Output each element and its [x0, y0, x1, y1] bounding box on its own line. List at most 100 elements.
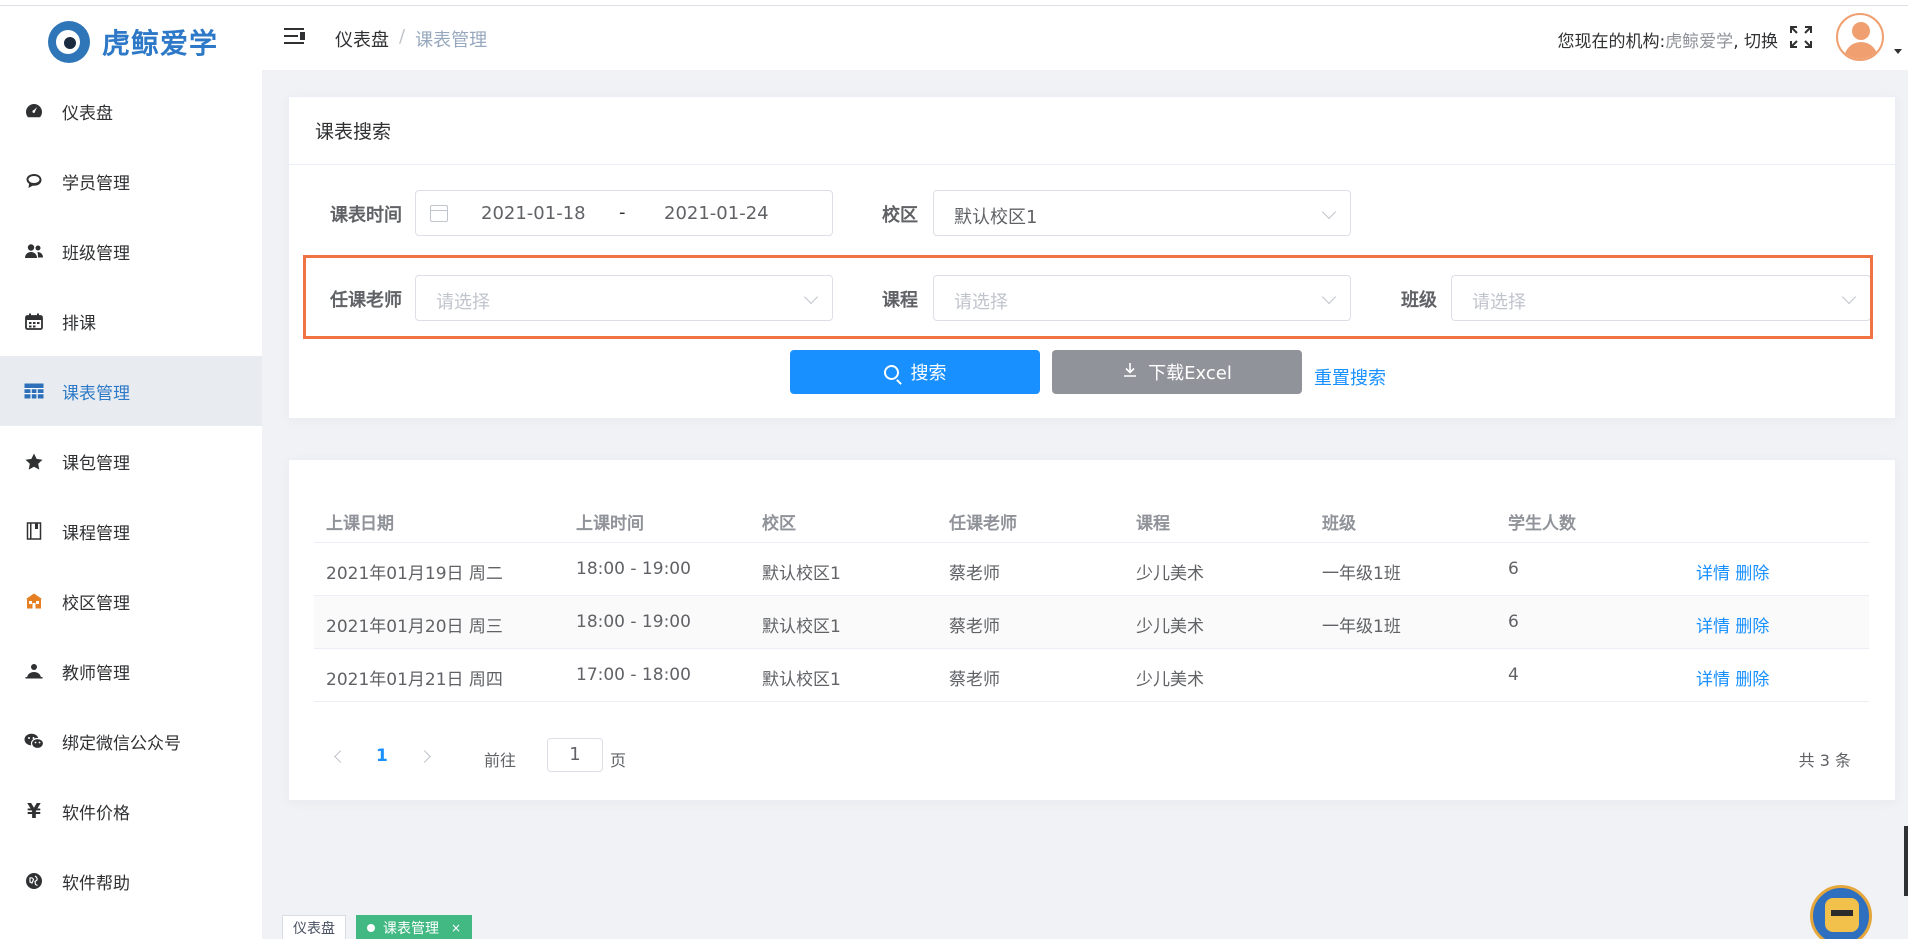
chevron-down-icon [1321, 204, 1337, 220]
sidebar-item-label: 课表管理 [62, 383, 130, 404]
row-actions: 详情 删除 [1696, 665, 1769, 690]
sidebar-item-schedule[interactable]: 排课 [0, 286, 262, 356]
column-header: 任课老师 [949, 514, 1017, 534]
collapse-menu-icon[interactable] [284, 27, 306, 45]
campus-select[interactable]: 默认校区1 [933, 190, 1351, 236]
date-range-picker[interactable]: 2021-01-18 - 2021-01-24 [415, 190, 833, 236]
sidebar-item-label: 软件价格 [62, 803, 130, 824]
cell-date: 2021年01月19日 周二 [326, 564, 503, 584]
date-start[interactable]: 2021-01-18 [481, 203, 586, 224]
divider [289, 164, 1895, 165]
cell-teacher: 蔡老师 [949, 617, 1000, 637]
cell-student-count: 4 [1508, 665, 1519, 685]
highlight-box [303, 255, 1873, 339]
caret-down-icon[interactable] [1894, 49, 1902, 54]
total-count: 共 3 条 [1798, 751, 1851, 770]
download-excel-button[interactable]: 下载Excel [1052, 350, 1302, 394]
column-header: 上课时间 [576, 514, 644, 534]
school-icon [24, 591, 44, 611]
timetable-table-card: 上课日期 上课时间 校区 任课老师 课程 班级 学生人数 2021年01月19日… [288, 459, 1896, 801]
calendar-icon [430, 205, 448, 222]
cell-campus: 默认校区1 [762, 670, 841, 690]
sidebar-menu: 仪表盘 学员管理 班级管理 排课 课表管理 课包管理 课程管理 校区管理 教师管… [0, 76, 262, 916]
cell-date: 2021年01月21日 周四 [326, 670, 503, 690]
cell-time: 17:00 - 18:00 [576, 665, 691, 685]
chevron-left-icon[interactable] [334, 750, 347, 763]
scrollbar-handle[interactable] [1904, 826, 1908, 896]
sidebar-item-campuses[interactable]: 校区管理 [0, 566, 262, 636]
table-row: 2021年01月19日 周二 18:00 - 19:00 默认校区1 蔡老师 少… [314, 543, 1869, 596]
page-number[interactable]: 1 [376, 746, 388, 766]
tag-dashboard[interactable]: 仪表盘 [282, 915, 346, 939]
date-separator: - [619, 202, 626, 223]
sidebar-item-help[interactable]: 软件帮助 [0, 846, 262, 916]
book-icon [24, 521, 44, 541]
row-actions: 详情 删除 [1696, 559, 1769, 584]
sidebar-item-pricing[interactable]: ¥ 软件价格 [0, 776, 262, 846]
sidebar-item-label: 排课 [62, 313, 96, 334]
column-header: 学生人数 [1508, 514, 1576, 534]
breadcrumb-home-link[interactable]: 仪表盘 [335, 26, 389, 52]
cell-class: 一年级1班 [1322, 617, 1401, 637]
sidebar-item-label: 学员管理 [62, 173, 130, 194]
timetable-table: 上课日期 上课时间 校区 任课老师 课程 班级 学生人数 2021年01月19日… [314, 490, 1869, 702]
chevron-right-icon[interactable] [418, 750, 431, 763]
sidebar-item-label: 课程管理 [62, 523, 130, 544]
date-end[interactable]: 2021-01-24 [664, 203, 769, 224]
active-dot-icon [367, 924, 375, 932]
cell-campus: 默认校区1 [762, 564, 841, 584]
cell-time: 18:00 - 19:00 [576, 612, 691, 632]
mascot-avatar[interactable] [1810, 885, 1872, 939]
cell-course: 少儿美术 [1136, 617, 1204, 637]
close-icon[interactable]: × [451, 921, 461, 935]
sidebar-item-course-packages[interactable]: 课包管理 [0, 426, 262, 496]
goto-suffix: 页 [610, 751, 627, 770]
search-button[interactable]: 搜索 [790, 350, 1040, 394]
org-switch-link[interactable]: , 切换 [1733, 27, 1778, 52]
fullscreen-icon[interactable] [1790, 26, 1812, 48]
campus-label: 校区 [882, 205, 918, 226]
app-logo[interactable]: 虎鲸爱学 [48, 16, 218, 68]
detail-link[interactable]: 详情 [1696, 564, 1730, 584]
sidebar-item-courses[interactable]: 课程管理 [0, 496, 262, 566]
sidebar: 虎鲸爱学 仪表盘 学员管理 班级管理 排课 课表管理 课包管理 课程管理 校区管… [0, 6, 262, 939]
top-navbar: 仪表盘 / 课表管理 您现在的机构: 虎鲸爱学 , 切换 [262, 6, 1908, 70]
delete-link[interactable]: 删除 [1735, 617, 1769, 637]
column-header: 上课日期 [326, 514, 394, 534]
tag-timetable[interactable]: 课表管理 × [356, 915, 473, 939]
column-header: 课程 [1136, 514, 1170, 534]
delete-link[interactable]: 删除 [1735, 564, 1769, 584]
user-avatar[interactable] [1836, 13, 1884, 61]
tags-view: 仪表盘 课表管理 × [262, 907, 1908, 939]
row-actions: 详情 删除 [1696, 612, 1769, 637]
yuan-icon: ¥ [27, 799, 41, 823]
detail-link[interactable]: 详情 [1696, 670, 1730, 690]
org-name: 虎鲸爱学 [1665, 32, 1734, 52]
sidebar-item-label: 校区管理 [62, 593, 130, 614]
table-header-row: 上课日期 上课时间 校区 任课老师 课程 班级 学生人数 [314, 490, 1869, 543]
breadcrumb-current: 课表管理 [415, 30, 488, 51]
student-icon [24, 171, 44, 191]
timetable-icon [24, 381, 44, 401]
calendar-icon [24, 311, 44, 331]
pagination: 1 前往 1 页 共 3 条 [314, 738, 1869, 778]
sidebar-item-students[interactable]: 学员管理 [0, 146, 262, 216]
sidebar-item-wechat[interactable]: 绑定微信公众号 [0, 706, 262, 776]
sidebar-item-dashboard[interactable]: 仪表盘 [0, 76, 262, 146]
app-name: 虎鲸爱学 [102, 27, 219, 60]
help-icon [24, 871, 44, 891]
sidebar-item-teachers[interactable]: 教师管理 [0, 636, 262, 706]
org-info: 您现在的机构: 虎鲸爱学 , 切换 [1557, 27, 1778, 52]
sidebar-item-classes[interactable]: 班级管理 [0, 216, 262, 286]
detail-link[interactable]: 详情 [1696, 617, 1730, 637]
sidebar-item-timetable[interactable]: 课表管理 [0, 356, 262, 426]
reset-search-link[interactable]: 重置搜索 [1314, 364, 1386, 390]
tag-label: 仪表盘 [293, 921, 335, 937]
delete-link[interactable]: 删除 [1735, 670, 1769, 690]
star-icon [24, 451, 44, 471]
goto-page-input[interactable]: 1 [547, 738, 603, 772]
download-button-label: 下载Excel [1148, 363, 1232, 384]
teacher-icon [24, 661, 44, 681]
sidebar-item-label: 绑定微信公众号 [62, 733, 181, 754]
date-label: 课表时间 [330, 205, 402, 226]
